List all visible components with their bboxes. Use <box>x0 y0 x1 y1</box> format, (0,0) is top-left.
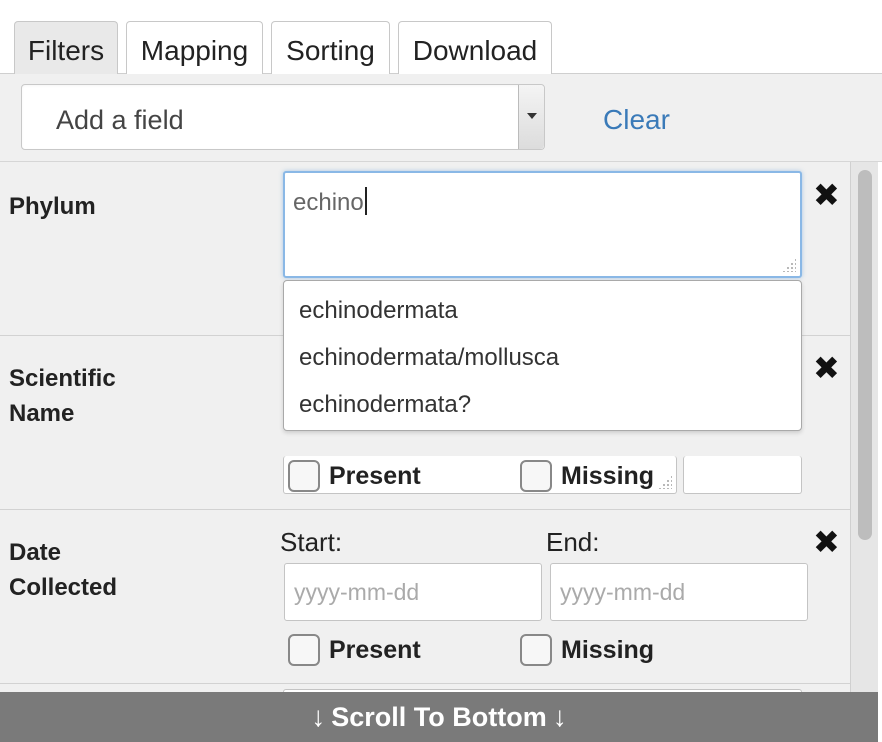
remove-filter-scientific-name-icon[interactable]: ✖ <box>813 352 840 384</box>
start-date-label: Start: <box>280 527 343 557</box>
end-date-label: End: <box>546 527 600 557</box>
checkbox-box[interactable] <box>288 634 320 666</box>
scientific-name-present-checkbox[interactable]: Present <box>288 460 421 492</box>
phylum-textarea-value: echino <box>293 189 364 216</box>
arrow-down-icon: ↓ <box>552 701 567 732</box>
phylum-textarea[interactable]: echino <box>283 171 802 278</box>
filter-label-line: Name <box>9 400 75 427</box>
checkbox-box[interactable] <box>520 460 552 492</box>
date-collected-present-checkbox[interactable]: Present <box>288 634 421 666</box>
date-collected-missing-checkbox[interactable]: Missing <box>520 634 654 666</box>
resize-grip-icon[interactable] <box>782 258 796 272</box>
autocomplete-option[interactable]: echinodermata/mollusca <box>284 338 801 385</box>
end-date-placeholder: yyyy-mm-dd <box>560 578 686 605</box>
remove-filter-phylum-icon[interactable]: ✖ <box>813 179 840 211</box>
tab-sorting[interactable]: Sorting <box>271 21 390 76</box>
checkbox-label: Missing <box>561 461 655 490</box>
checkbox-label: Missing <box>561 635 655 664</box>
filter-label-line: Scientific <box>9 365 116 392</box>
filter-row-next <box>0 684 850 692</box>
autocomplete-option[interactable]: echinodermata <box>284 291 801 338</box>
checkbox-label: Present <box>329 635 421 664</box>
chevron-down-icon[interactable] <box>518 85 544 149</box>
scroll-to-bottom-label: Scroll To Bottom <box>331 701 547 732</box>
checkbox-label: Present <box>329 461 421 490</box>
scrollbar-thumb[interactable] <box>858 170 872 540</box>
tab-filters[interactable]: Filters <box>14 21 118 76</box>
scientific-name-mode-input[interactable] <box>683 456 802 494</box>
start-date-placeholder: yyyy-mm-dd <box>294 578 420 605</box>
start-date-input[interactable]: yyyy-mm-dd <box>284 563 542 621</box>
clear-link[interactable]: Clear <box>603 104 670 136</box>
filter-row-date-collected: Date Collected Start: End: yyyy-mm-dd yy… <box>0 510 850 684</box>
scroll-to-bottom-button[interactable]: ↓ Scroll To Bottom ↓ <box>0 692 878 742</box>
autocomplete-option[interactable]: echinodermata? <box>284 385 801 432</box>
remove-filter-date-collected-icon[interactable]: ✖ <box>813 526 840 558</box>
tab-bar: Filters Mapping Sorting Download <box>0 0 882 76</box>
filter-label-date-collected: Date Collected <box>9 535 117 605</box>
filter-label-phylum: Phylum <box>9 193 96 220</box>
filter-label-line: Collected <box>9 574 118 601</box>
resize-grip-icon[interactable] <box>658 475 672 489</box>
checkbox-box[interactable] <box>520 634 552 666</box>
tab-download[interactable]: Download <box>398 21 552 76</box>
add-field-select[interactable]: Add a field <box>21 84 545 150</box>
filter-label-scientific-name: Scientific Name <box>9 361 116 431</box>
text-caret <box>364 187 367 215</box>
tab-mapping[interactable]: Mapping <box>126 21 263 76</box>
filter-label-line: Date <box>9 539 62 566</box>
checkbox-box[interactable] <box>288 460 320 492</box>
filter-toolbar: Add a field Clear <box>0 74 882 162</box>
add-field-placeholder: Add a field <box>56 105 184 135</box>
scientific-name-missing-checkbox[interactable]: Missing <box>520 460 654 492</box>
end-date-input[interactable]: yyyy-mm-dd <box>550 563 808 621</box>
arrow-down-icon: ↓ <box>311 701 326 732</box>
autocomplete-menu: echinodermata echinodermata/mollusca ech… <box>283 280 802 431</box>
